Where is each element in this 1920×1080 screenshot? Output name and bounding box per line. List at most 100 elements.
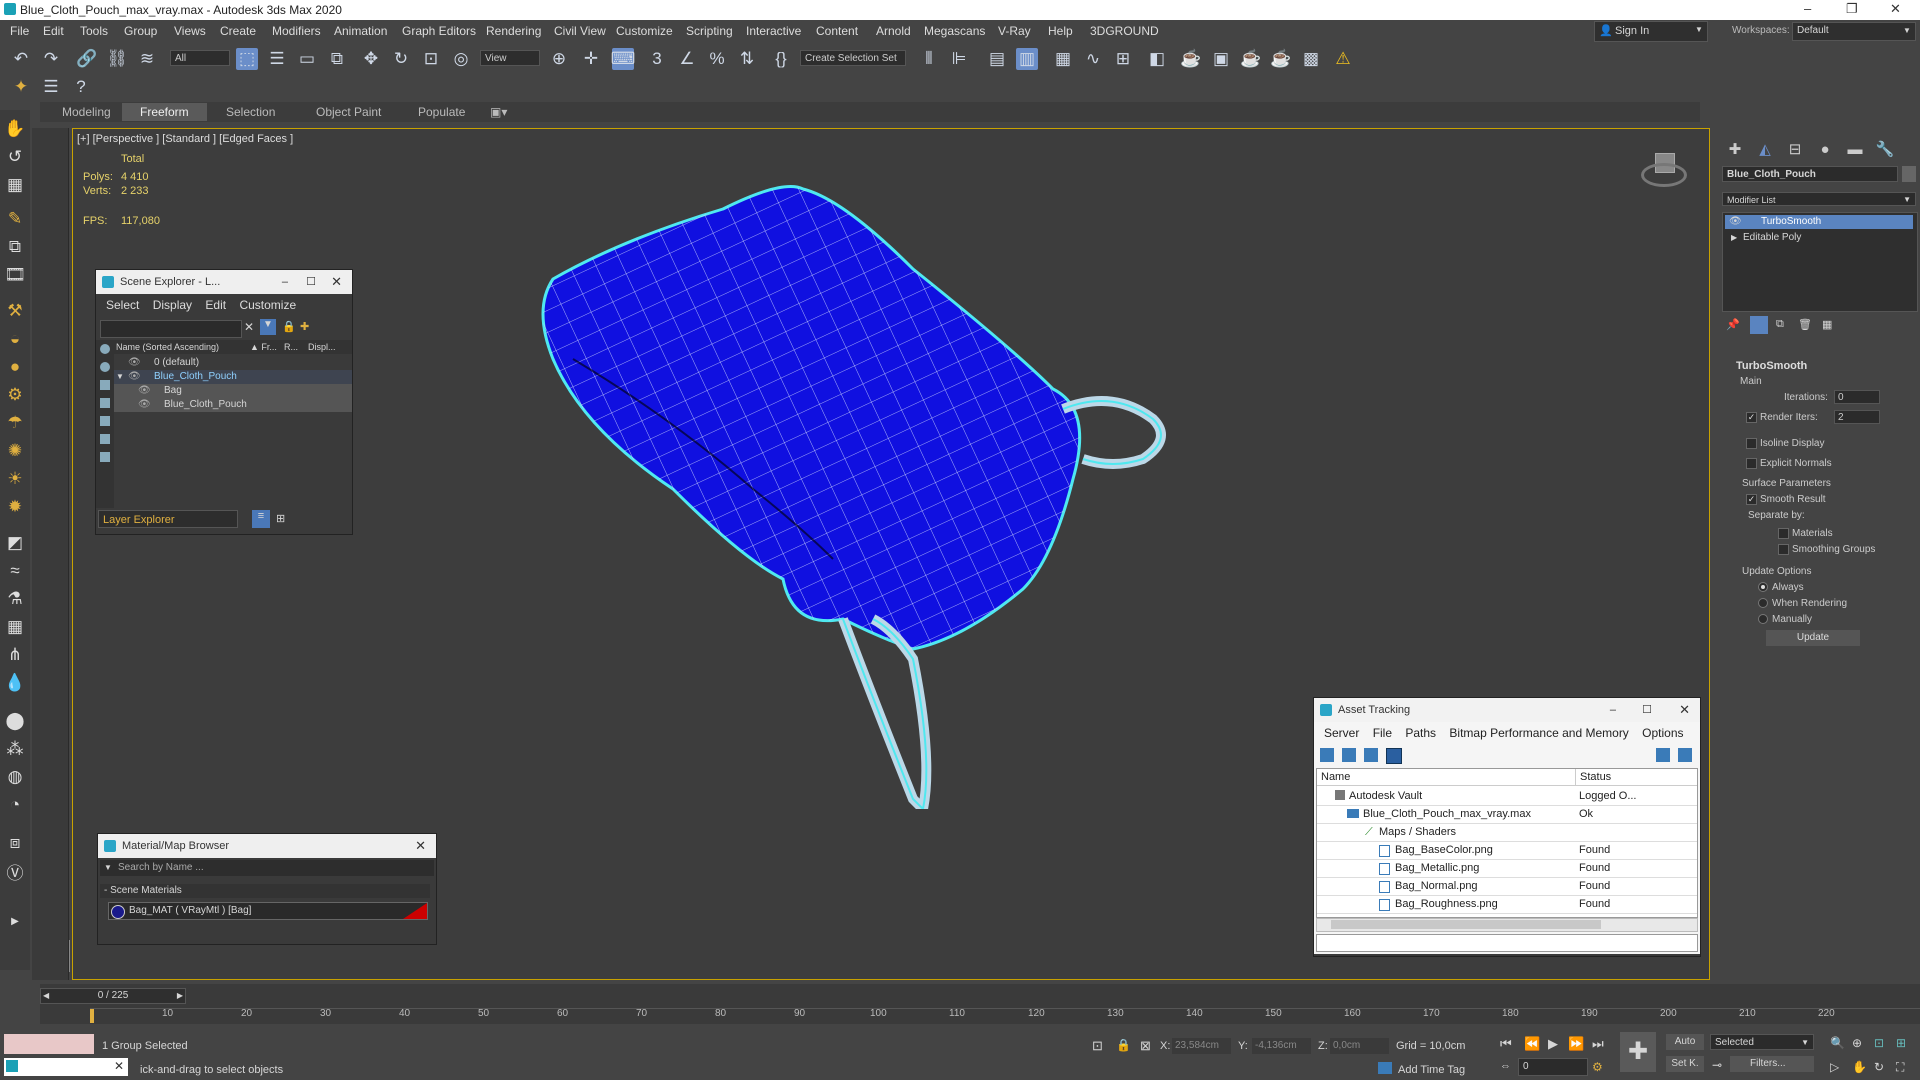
current-frame-field[interactable]: 0 xyxy=(1518,1058,1588,1076)
menu-vray[interactable]: V-Ray xyxy=(998,24,1031,38)
pan-icon[interactable]: ✋ xyxy=(1852,1060,1867,1074)
minimize-button[interactable]: – xyxy=(1804,1,1811,16)
next-key-icon[interactable]: ⏩ xyxy=(1568,1036,1584,1052)
table-row[interactable]: Bag_BaseColor.png Found xyxy=(1317,841,1697,860)
spinner-snap-icon[interactable]: ⇅ xyxy=(736,48,758,70)
wizard-icon[interactable]: ✦ xyxy=(10,76,32,98)
key-filter-dropdown[interactable]: Selected ▼ xyxy=(1710,1034,1814,1050)
close-icon[interactable]: ✕ xyxy=(114,1059,124,1073)
eye-icon[interactable]: 👁 xyxy=(128,370,141,384)
stack-item-editable-poly[interactable]: ▶ Editable Poly xyxy=(1725,231,1913,245)
table-row[interactable]: 👁 0 (default) xyxy=(114,356,352,370)
menu-interactive[interactable]: Interactive xyxy=(746,24,801,38)
col-name[interactable]: Name (Sorted Ascending) xyxy=(116,340,219,354)
help-icon[interactable]: ? xyxy=(70,76,92,98)
filter-icon[interactable]: ▼ xyxy=(260,319,276,335)
hierarchy-tab-icon[interactable]: ⊟ xyxy=(1786,140,1804,158)
curve-editor-icon[interactable]: ∿ xyxy=(1082,48,1104,70)
maximize-button[interactable]: ❐ xyxy=(1846,1,1858,17)
menu-group[interactable]: Group xyxy=(124,24,157,38)
eye-icon[interactable]: 👁 xyxy=(128,356,141,370)
manually-radio[interactable] xyxy=(1758,614,1768,624)
menu-create[interactable]: Create xyxy=(220,24,256,38)
update-button[interactable]: Update xyxy=(1766,630,1860,646)
menu-modifiers[interactable]: Modifiers xyxy=(272,24,321,38)
tab-freeform[interactable]: Freeform xyxy=(122,103,207,121)
cube-icon[interactable]: ◩ xyxy=(4,532,26,554)
select-manipulate-icon[interactable]: ✛ xyxy=(580,48,602,70)
table-view-icon[interactable] xyxy=(1386,748,1402,764)
workspace-dropdown[interactable]: Default ▼ xyxy=(1792,22,1916,41)
menu-megascans[interactable]: Megascans xyxy=(924,24,985,38)
render-iters-spinner[interactable]: 2 xyxy=(1834,410,1880,424)
col-freeze[interactable]: ▲ Fr... xyxy=(250,340,277,354)
menu-help[interactable]: Help xyxy=(1048,24,1073,38)
table-row[interactable]: Autodesk Vault Logged O... xyxy=(1317,787,1697,806)
maxscript-listener-field[interactable] xyxy=(4,1034,94,1054)
refresh-icon[interactable] xyxy=(1320,748,1334,762)
explorer-type-dropdown[interactable]: Layer Explorer xyxy=(98,510,238,528)
fov-icon[interactable]: ▷ xyxy=(1830,1060,1839,1074)
schematic-view-icon[interactable]: ⊞ xyxy=(1112,48,1134,70)
at-menu-file[interactable]: File xyxy=(1373,726,1392,740)
percent-snap-icon[interactable]: % xyxy=(706,48,728,70)
x-coordinate-field[interactable]: 23,584cm xyxy=(1172,1038,1231,1054)
time-slider[interactable]: ◀ 0 / 225 ▶ xyxy=(40,988,186,1004)
vray-icon[interactable]: Ⓥ xyxy=(4,860,26,883)
se-search-input[interactable] xyxy=(100,320,242,338)
close-icon[interactable]: ✕ xyxy=(1679,698,1690,722)
pin-stack-icon[interactable]: 📌 xyxy=(1726,318,1740,331)
col-name[interactable]: Name xyxy=(1321,769,1350,785)
list-icon[interactable]: ☰ xyxy=(40,76,62,98)
rect-selection-icon[interactable]: ▭ xyxy=(296,48,318,70)
menu-content[interactable]: Content xyxy=(816,24,858,38)
smooth-result-checkbox[interactable]: ✓ xyxy=(1746,494,1757,505)
modify-tab-icon[interactable]: ◭ xyxy=(1756,140,1774,158)
menu-edit[interactable]: Edit xyxy=(43,24,64,38)
sun-icon[interactable]: ☀ xyxy=(4,468,26,490)
zoom-extents-all-icon[interactable]: ⊞ xyxy=(1896,1036,1906,1050)
orbit-icon[interactable]: ↻ xyxy=(1874,1060,1884,1074)
current-frame-marker[interactable] xyxy=(90,1009,94,1023)
table-row[interactable]: Bag_Normal.png Found xyxy=(1317,877,1697,896)
next-frame-icon[interactable]: ▶ xyxy=(177,989,183,1003)
minimize-icon[interactable]: – xyxy=(1610,698,1616,722)
sphere-icon[interactable]: ● xyxy=(4,356,26,378)
spark-icon[interactable]: ✹ xyxy=(4,496,26,518)
lock-icon[interactable]: 🔒 xyxy=(1116,1038,1131,1052)
expand-icon[interactable]: ▼ xyxy=(116,370,124,384)
menu-civil-view[interactable]: Civil View xyxy=(554,24,606,38)
expand-icon[interactable]: ▶ xyxy=(4,910,26,932)
scene-materials-header[interactable]: - Scene Materials xyxy=(100,884,430,898)
detail-view-icon[interactable] xyxy=(1364,748,1378,762)
sign-in-dropdown[interactable]: 👤 Sign In ▼ xyxy=(1594,21,1708,42)
pivot-icon[interactable]: ⊕ xyxy=(548,48,570,70)
z-coordinate-field[interactable]: 0,0cm xyxy=(1330,1038,1389,1054)
ribbon-toggle-icon[interactable]: ▦ xyxy=(1052,48,1074,70)
unlink-icon[interactable]: ⛓ xyxy=(106,48,128,70)
brush-icon[interactable]: ✎ xyxy=(4,208,26,230)
iterations-spinner[interactable]: 0 xyxy=(1834,390,1880,404)
zoom-all-icon[interactable]: ⊕ xyxy=(1852,1036,1862,1050)
selection-filter-dropdown[interactable]: All xyxy=(170,50,230,66)
lock-icon[interactable]: 🔒 xyxy=(282,320,296,333)
scrollbar-thumb[interactable] xyxy=(1331,920,1601,929)
viewcube[interactable] xyxy=(1641,153,1687,193)
stack-item-turbosmooth[interactable]: 👁 TurboSmooth xyxy=(1725,215,1913,229)
edit-named-selection-icon[interactable]: {} xyxy=(770,48,792,70)
add-time-tag-button[interactable]: Add Time Tag xyxy=(1398,1064,1465,1076)
maximize-icon[interactable]: ☐ xyxy=(1642,698,1652,722)
track-bar[interactable] xyxy=(90,1008,1920,1023)
head-icon[interactable]: ◔ xyxy=(4,794,26,816)
undo-icon[interactable]: ↶ xyxy=(10,48,32,70)
isoline-checkbox[interactable] xyxy=(1746,438,1757,449)
scene-explorer-titlebar[interactable]: Scene Explorer - L... – ☐ ✕ xyxy=(96,270,352,294)
prev-frame-icon[interactable]: ◀ xyxy=(43,989,49,1003)
move-icon[interactable]: ✥ xyxy=(360,48,382,70)
reference-coord-dropdown[interactable]: View xyxy=(480,50,540,66)
close-button[interactable]: ✕ xyxy=(1890,1,1901,17)
time-config-icon[interactable]: ⚙ xyxy=(1592,1060,1603,1074)
table-row[interactable]: 👁 Blue_Cloth_Pouch xyxy=(114,398,352,412)
asset-path-field[interactable] xyxy=(1316,934,1698,952)
auto-key-button[interactable]: Auto xyxy=(1666,1034,1704,1050)
